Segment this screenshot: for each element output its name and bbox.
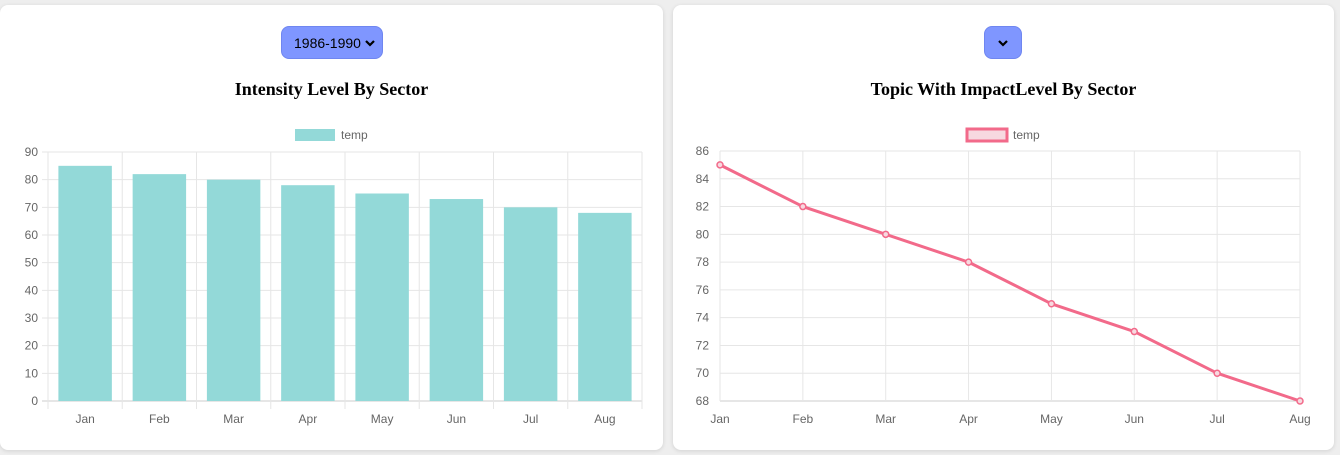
y-tick-label: 70 (25, 200, 39, 214)
x-tick-label: Mar (223, 412, 244, 426)
y-tick-label: 10 (25, 366, 39, 380)
y-tick-label: 72 (696, 338, 710, 352)
series-line (719, 163, 1301, 403)
x-tick-label: Jun (447, 412, 466, 426)
data-point (881, 230, 890, 239)
bar-chart: temp 0 10 20 30 40 50 60 70 80 90 Jan Feb Mar Apr May Ju… (25, 128, 643, 426)
bar (58, 165, 112, 401)
y-tick-label: 78 (696, 255, 710, 269)
y-tick-label: 80 (696, 227, 710, 241)
x-tick-label: Jan (710, 412, 729, 426)
x-tick-label: Feb (149, 412, 170, 426)
impact-card: Topic With ImpactLevel By Sector temp 68 7… (673, 5, 1334, 450)
bar (578, 212, 632, 401)
data-point (964, 258, 973, 266)
x-tick-label: Feb (793, 412, 814, 426)
y-tick-label: 86 (696, 144, 710, 158)
y-tick-label: 84 (696, 172, 710, 186)
bar (503, 207, 558, 401)
y-tick-label: 68 (696, 394, 710, 408)
x-tick-label: Jul (523, 412, 538, 426)
legend-swatch (965, 127, 1009, 143)
y-tick-label: 74 (696, 311, 710, 325)
legend-swatch (295, 129, 335, 141)
x-tick-label: Apr (299, 412, 318, 426)
data-point (716, 161, 724, 169)
legend-label: temp (341, 128, 368, 142)
y-tick-label: 90 (25, 145, 39, 159)
intensity-card: 1986-1990 Intensity Level By Sector temp… (0, 5, 663, 450)
line-chart: temp 68 70 72 74 76 78 80 82 84 86 Jan Feb Mar Apr May J… (696, 127, 1311, 426)
y-tick-label: 60 (25, 228, 39, 242)
x-tick-label: Jan (75, 412, 94, 426)
x-tick-label: Aug (1289, 412, 1310, 426)
x-tick-label: Mar (875, 412, 896, 426)
data-point (1130, 327, 1139, 336)
y-tick-label: 40 (25, 283, 39, 297)
x-tick-label: Jul (1209, 412, 1224, 426)
x-tick-label: May (371, 412, 394, 426)
y-tick-label: 50 (25, 256, 39, 270)
y-tick-label: 82 (696, 200, 710, 214)
y-tick-label: 0 (31, 394, 38, 408)
x-tick-label: Jun (1125, 412, 1144, 426)
bar (281, 185, 335, 401)
x-tick-label: May (1040, 412, 1063, 426)
data-point (799, 202, 807, 211)
data-point (1213, 369, 1221, 377)
x-tick-label: Apr (959, 412, 978, 426)
legend-label: temp (1013, 128, 1040, 142)
bar (132, 174, 187, 401)
y-tick-label: 80 (25, 173, 39, 187)
y-tick-label: 76 (696, 283, 710, 297)
y-tick-label: 70 (696, 366, 710, 380)
data-point (1296, 397, 1304, 405)
y-tick-label: 30 (25, 311, 39, 325)
data-point (1047, 300, 1056, 308)
bar (206, 179, 261, 401)
y-tick-label: 20 (25, 339, 39, 353)
bar (429, 199, 484, 401)
bar (355, 193, 409, 401)
x-tick-label: Aug (594, 412, 615, 426)
